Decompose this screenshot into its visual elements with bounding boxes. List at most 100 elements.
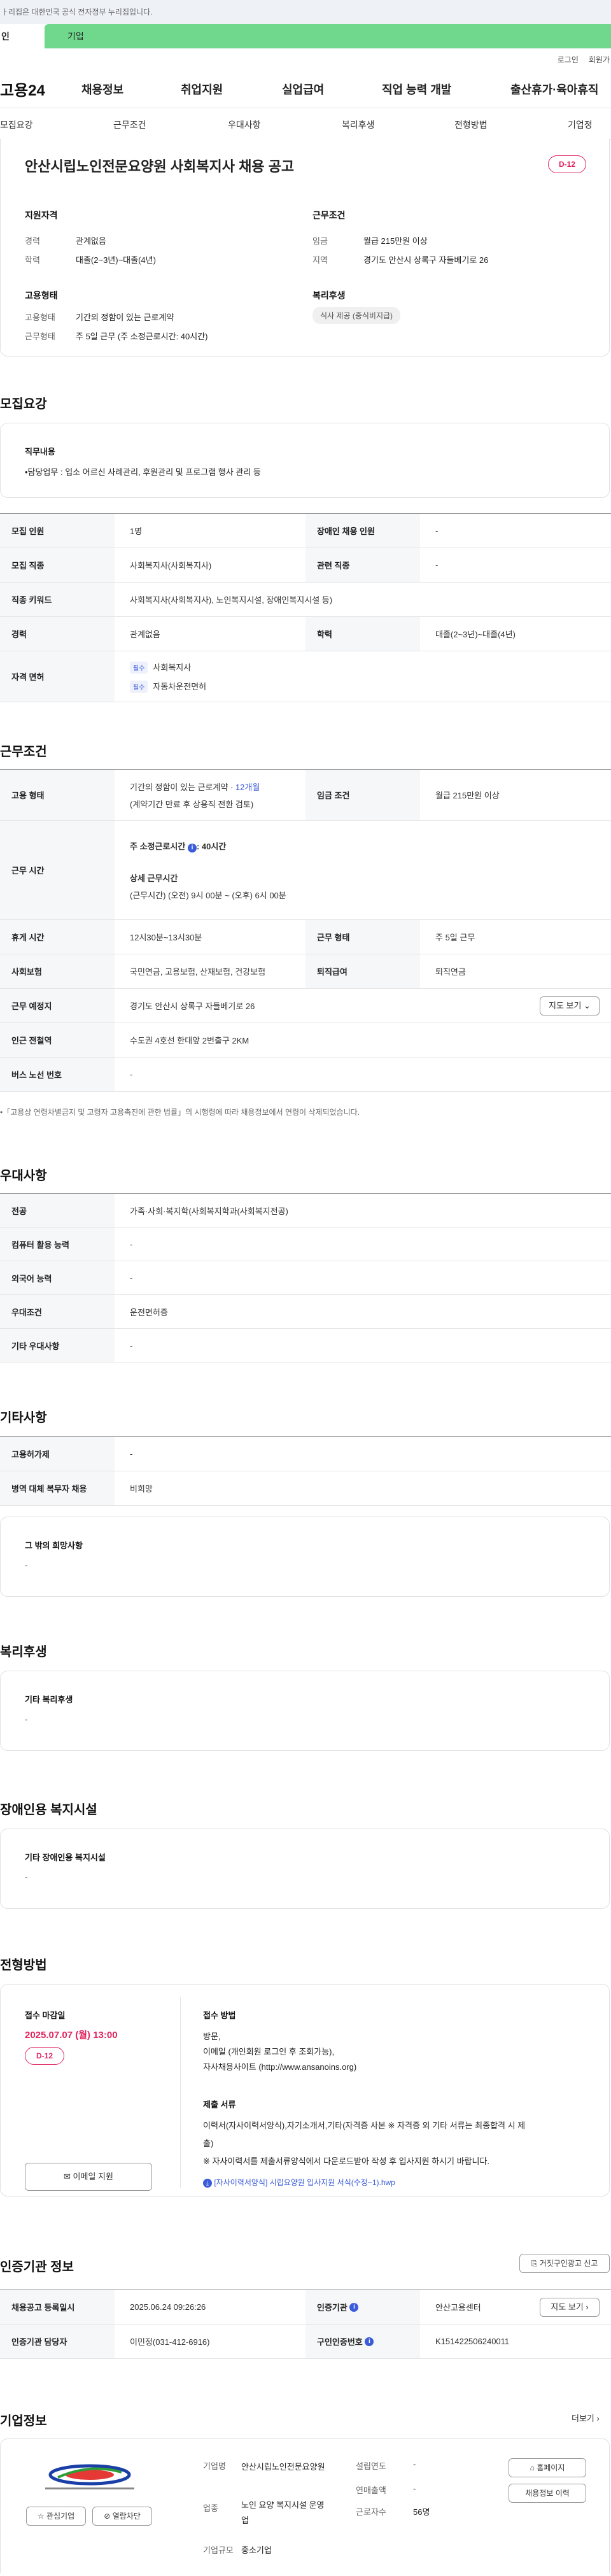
homepage-button[interactable]: ⌂ 홈페이지 <box>509 2458 586 2477</box>
report-button[interactable]: ⎘ 거짓구인광고 신고 <box>519 2254 610 2273</box>
cond-label-wage: 임금 <box>313 236 328 246</box>
company-more-link[interactable]: 더보기 › <box>572 2412 600 2424</box>
td-military: 비희망 <box>130 1484 153 1494</box>
table-row: 인증기관 담당자 이민정(031-412-6916) 구인인증번호 i K151… <box>0 2325 611 2359</box>
info-icon[interactable]: i <box>187 843 197 853</box>
table-row: 자격 면허 필수 사회복지사 필수 자동차운전면허 <box>0 651 611 702</box>
nav-training[interactable]: 직업 능력 개발 <box>382 81 451 97</box>
qual-edu: 대졸(2~3년)~대졸(4년) <box>76 255 156 265</box>
th-keyword: 직종 키워드 <box>0 583 115 616</box>
table-row: 근무 시간 주 소정근로시간 i: 40시간 상세 근무시간 (근무시간) (오… <box>0 821 611 920</box>
info-icon[interactable]: i <box>349 2302 359 2312</box>
emp-label-form: 근무형태 <box>25 332 55 341</box>
service-tabs: 인 기업 <box>0 24 611 48</box>
tab-business[interactable]: 기업 <box>45 24 611 48</box>
disab-heading: 기타 장애인용 복지시설 <box>25 1853 106 1862</box>
method-item: 방문, <box>203 2032 221 2041</box>
site-logo[interactable]: 고용24 <box>0 78 70 100</box>
deadline-heading: 접수 마감일 <box>25 2011 66 2020</box>
attachment-link[interactable]: ⤓ [자사이력서양식] 시립요양원 입사지원 서식(수정~1).hwp <box>203 2177 395 2188</box>
td-disabled-count: - <box>435 526 439 535</box>
hope-value: - <box>25 1560 28 1570</box>
nav-unemployment[interactable]: 실업급여 <box>282 81 324 97</box>
benefit-heading: 기타 복리후생 <box>25 1695 73 1704</box>
table-row: 모집 직종 사회복지사(사회복지사) 관련 직종 - <box>0 548 611 583</box>
job-history-button[interactable]: 채용정보 이력 <box>509 2484 586 2503</box>
signup-link[interactable]: 회원가 <box>589 54 610 65</box>
section-disab-title: 장애인용 복지시설 <box>0 1803 97 1817</box>
td-manager: 이민정(031-412-6916) <box>130 2337 210 2347</box>
homepage-label: 홈페이지 <box>537 2463 565 2472</box>
favorite-company-button[interactable]: ☆ 관심기업 <box>26 2507 86 2526</box>
company-logo <box>32 2461 147 2493</box>
divider <box>180 1997 181 2188</box>
tab-conditions[interactable]: 근무조건 <box>113 118 146 131</box>
th-cert-label: 구인인증번호 <box>317 2337 363 2347</box>
th-bus: 버스 노선 번호 <box>0 1058 115 1091</box>
td-rest: 12시30분~13시30분 <box>130 933 202 942</box>
tab-recruit[interactable]: 모집요강 <box>0 118 33 131</box>
th-license: 자격 면허 <box>0 651 115 702</box>
tab-preference[interactable]: 우대사항 <box>228 118 261 131</box>
chevron-down-icon: ⌄ <box>584 1001 591 1010</box>
deadline-value: 2025.07.07 (월) 13:00 <box>25 2030 118 2041</box>
td-place: 경기도 안산시 상록구 자들베기로 26 <box>130 1001 255 1011</box>
table-row: 모집 인원 1명 장애인 채용 인원 - <box>0 514 611 548</box>
map-button[interactable]: 지도 보기 ⌄ <box>540 996 600 1016</box>
tab-welfare[interactable]: 복리후생 <box>342 118 375 131</box>
nav-employment-support[interactable]: 취업지원 <box>181 81 223 97</box>
td-subway: 수도권 4호선 한대앞 2번출구 2KM <box>130 1036 249 1045</box>
hope-heading: 그 밖의 희망사항 <box>25 1541 83 1550</box>
section-etc-title: 기타사항 <box>0 1411 47 1425</box>
td-language: - <box>130 1273 133 1283</box>
sales-label: 연매출액 <box>356 2486 386 2495</box>
nav-jobs[interactable]: 채용정보 <box>81 81 123 97</box>
table-row: 우대조건 운전면허증 <box>0 1295 611 1329</box>
th-rest: 휴게 시간 <box>0 920 115 954</box>
age-note: •「고용상 연령차별금지 및 고령자 고용촉진에 관한 법률」의 시행령에 따라… <box>0 1108 360 1117</box>
table-row: 전공 가족·사회·복지학(사회복지학과(사회복지전공) <box>0 1194 611 1228</box>
report-label: 거짓구인광고 신고 <box>539 2259 598 2268</box>
tab-personal[interactable]: 인 <box>0 24 45 48</box>
emp-heading: 고용형태 <box>25 290 58 301</box>
th-related: 관련 직종 <box>306 548 420 582</box>
th-headcount: 모집 인원 <box>0 514 115 548</box>
main-nav: 고용24 채용정보 취업지원 실업급여 직업 능력 개발 출산휴가·육아휴직 <box>0 70 611 108</box>
email-apply-label: 이메일 지원 <box>73 2172 113 2181</box>
home-icon: ⌂ <box>530 2463 535 2472</box>
th-disabled-count: 장애인 채용 인원 <box>306 514 420 548</box>
agency-map-button[interactable]: 지도 보기 › <box>540 2298 600 2317</box>
work-time-value: : 40시간 <box>196 841 227 851</box>
email-apply-button[interactable]: ✉ 이메일 지원 <box>25 2163 152 2191</box>
block-company-button[interactable]: ⊘ 열람차단 <box>92 2507 152 2526</box>
tab-process[interactable]: 전형방법 <box>454 118 488 131</box>
td-retirement: 퇴직연금 <box>435 967 466 977</box>
td-keyword: 사회복지사(사회복지사), 노인복지시설, 장애인복지시설 등) <box>130 595 333 605</box>
nav-leave[interactable]: 출산휴가·육아휴직 <box>510 81 598 97</box>
required-tag: 필수 <box>130 680 148 693</box>
biz-label: 업종 <box>203 2503 218 2513</box>
mail-icon: ✉ <box>64 2172 71 2181</box>
map-button-label: 지도 보기 <box>549 1001 582 1010</box>
size-label: 기업규모 <box>203 2545 234 2555</box>
info-icon[interactable]: i <box>365 2337 374 2346</box>
td-cert-no: K151422506240011 <box>435 2337 510 2346</box>
est-label: 설립연도 <box>356 2461 386 2471</box>
emp-type-note: (계약기간 만료 후 상용직 전환 검토) <box>130 799 254 809</box>
emp-form: 주 5일 근무 (주 소정근로시간: 40시간) <box>76 332 208 341</box>
docs-line: 출) <box>203 2139 214 2148</box>
company-name-label: 기업명 <box>203 2461 226 2471</box>
login-link[interactable]: 로그인 <box>558 54 579 65</box>
emp-type-text: 기간의 정함이 있는 근로계약 · <box>130 782 235 792</box>
table-row: 컴퓨터 활용 능력 - <box>0 1228 611 1261</box>
cond-region: 경기도 안산시 상록구 자들베기로 26 <box>363 255 489 265</box>
summary-card: 안산시립노인전문요양원 사회복지사 채용 공고 D-12 지원자격 경력 관계없… <box>0 139 610 357</box>
biz-value: 노인 요양 복지시설 운영업 <box>241 2500 325 2525</box>
detail-time-label: 상세 근무시간 <box>130 873 178 883</box>
method-item: 자사채용사이트 (http://www.ansanoins.org) <box>203 2062 357 2072</box>
detail-time-value: (근무시간) (오전) 9시 00분 ~ (오후) 6시 00분 <box>130 890 286 900</box>
th-reg-date: 채용공고 등록일시 <box>0 2290 115 2324</box>
tab-company[interactable]: 기업정 <box>568 118 593 131</box>
th-military: 병역 대체 복무자 채용 <box>0 1471 115 1505</box>
license-name: 사회복지사 <box>153 662 192 672</box>
